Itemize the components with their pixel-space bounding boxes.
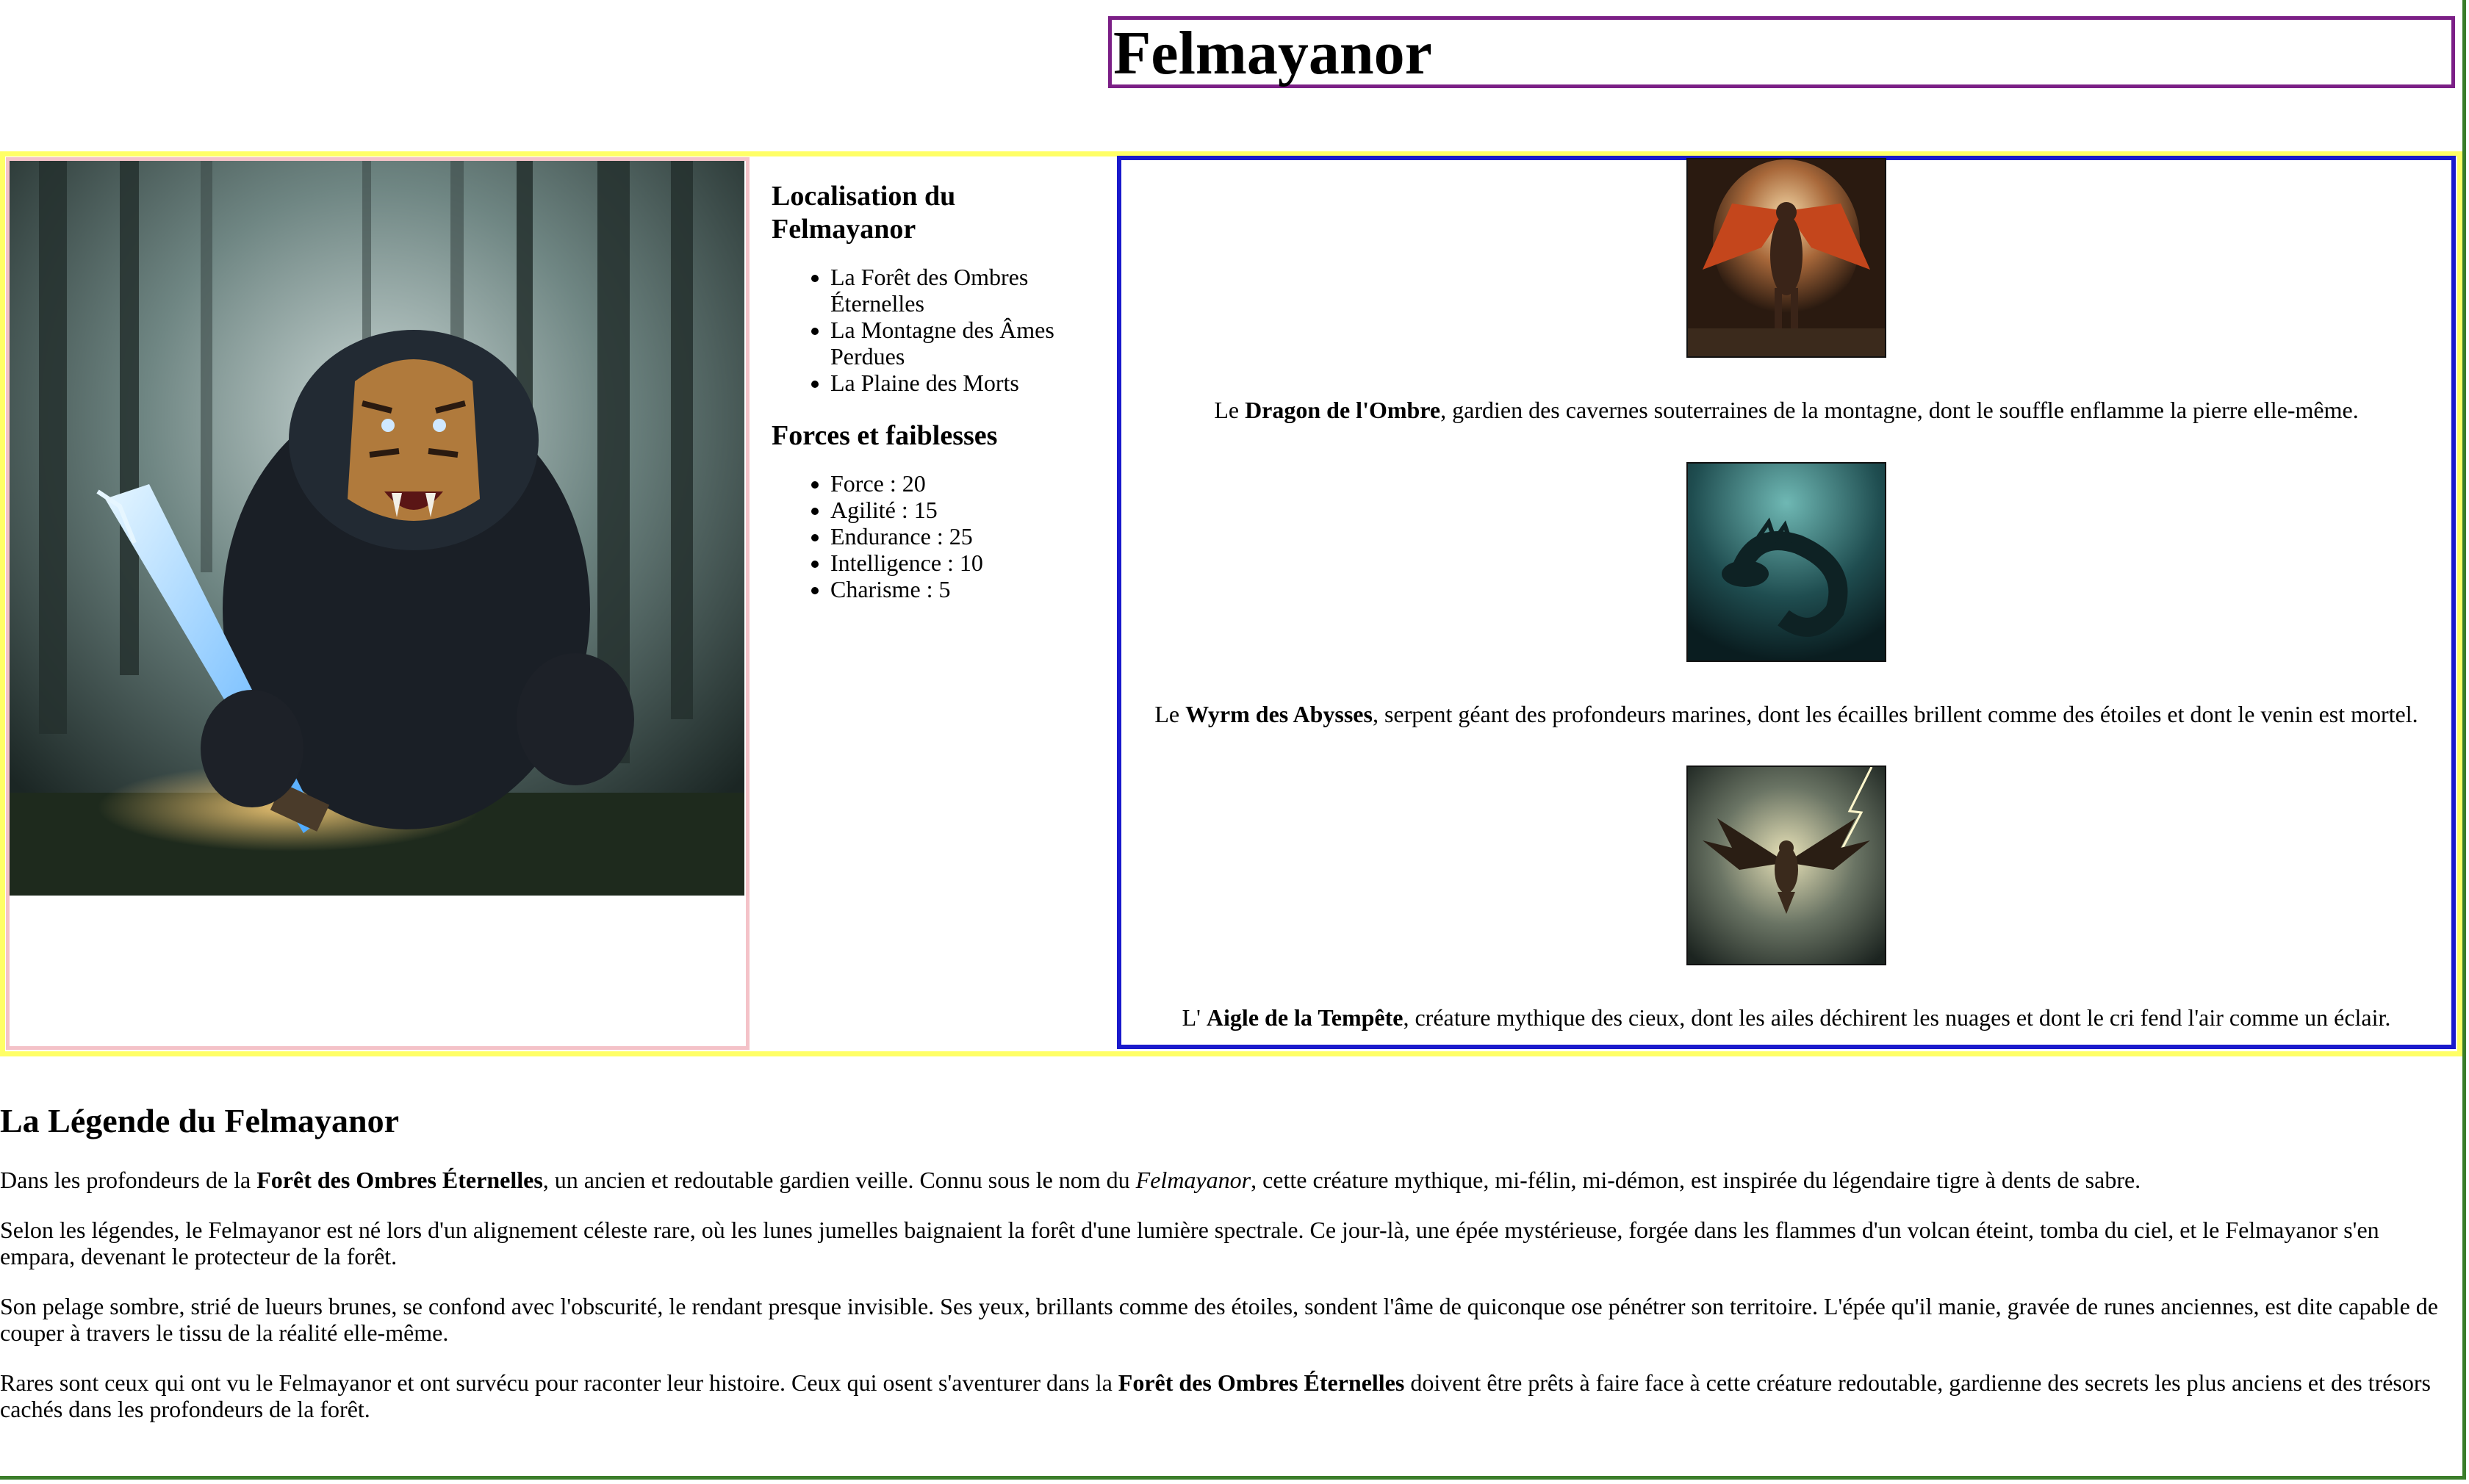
legend-paragraph: Selon les légendes, le Felmayanor est né… [0,1217,2379,1269]
creature-name: Dragon de l'Ombre [1245,397,1441,423]
creature-eagle: L' Aigle de la Tempête, créature mythiqu… [1121,766,2451,1031]
list-item: Agilité : 15 [830,497,1095,523]
list-item: La Montagne des Âmes Perdues [830,317,1095,370]
creature-caption: Le Wyrm des Abysses, serpent géant des p… [1154,701,2418,727]
eagle-image [1686,766,1886,965]
page-title: Felmayanor [1113,19,1432,87]
stats-list: Force : 20 Agilité : 15 Endurance : 25 I… [772,470,1095,602]
list-item: La Forêt des Ombres Éternelles [830,264,1095,317]
location-heading: Localisation du Felmayanor [772,181,956,245]
stats-heading: Forces et faiblesses [772,420,998,451]
legend-paragraph: Son pelage sombre, strié de lueurs brune… [0,1293,2438,1346]
legend-section: La Légende du Felmayanor Dans les profon… [0,1101,2447,1446]
creature-wyrm: Le Wyrm des Abysses, serpent géant des p… [1121,462,2451,728]
creature-caption: Le Dragon de l'Ombre, gardien des cavern… [1214,397,2359,423]
creature-caption: L' Aigle de la Tempête, créature mythiqu… [1182,1004,2391,1031]
creature-name: Aigle de la Tempête [1206,1004,1404,1031]
wyrm-image [1686,462,1886,662]
location-list: La Forêt des Ombres Éternelles La Montag… [772,264,1095,396]
creature-name: Wyrm des Abysses [1185,701,1373,727]
list-item: Force : 20 [830,470,1095,497]
dragon-image [1686,158,1886,358]
list-item: Intelligence : 10 [830,550,1095,576]
legend-paragraph: Rares sont ceux qui ont vu le Felmayanor… [0,1369,2431,1422]
legend-heading: La Légende du Felmayanor [0,1102,400,1139]
title-box: Felmayanor [1108,16,2455,88]
creature-dragon: Le Dragon de l'Ombre, gardien des cavern… [1121,158,2451,424]
legend-paragraph: Dans les profondeurs de la Forêt des Omb… [0,1167,2141,1193]
list-item: Endurance : 25 [830,523,1095,550]
info-column: Localisation du Felmayanor La Forêt des … [772,180,1095,626]
list-item: La Plaine des Morts [830,370,1095,396]
felmayanor-image [10,161,744,896]
list-item: Charisme : 5 [830,576,1095,602]
